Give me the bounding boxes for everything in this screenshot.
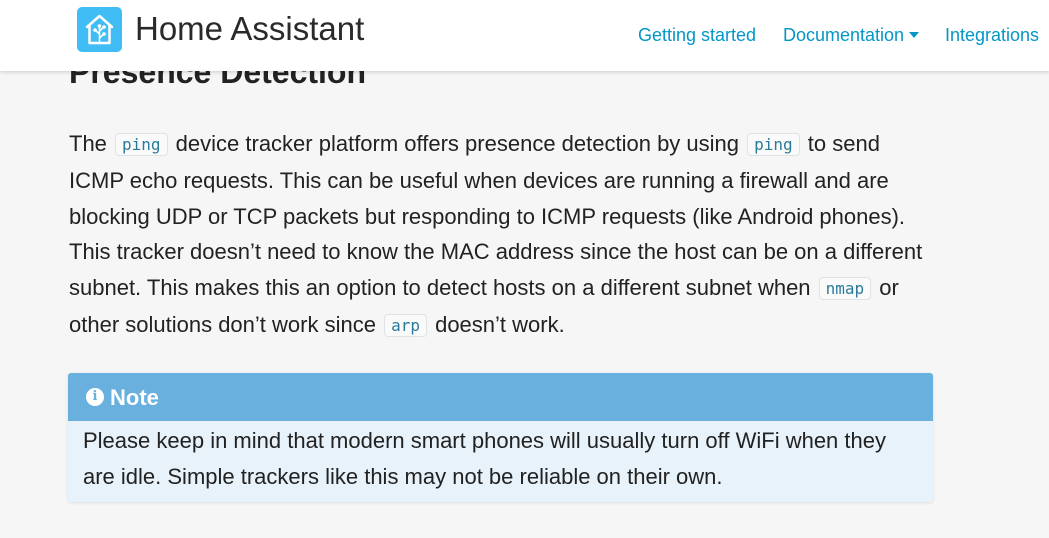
page-heading: Presence Detection [69,71,367,90]
note-body-text: Please keep in mind that modern smart ph… [83,428,886,489]
top-navigation-bar: Home Assistant Getting started Documenta… [0,0,1049,71]
info-circle-icon: i [86,388,104,406]
nav-link-label: Getting started [638,25,757,45]
heading-viewport: Presence Detection [0,71,1049,91]
site-title-link[interactable]: Home Assistant [135,10,364,48]
note-callout: i Note Please keep in mind that modern s… [68,373,933,502]
caret-down-icon [909,32,920,38]
paragraph-text: to send ICMP echo requests. This can be … [69,131,923,301]
paragraph-text: The [69,131,114,156]
inline-code-nmap: nmap [818,277,872,301]
info-glyph: i [92,389,98,404]
home-assistant-logo-icon[interactable] [77,7,122,52]
nav-link-label: Documentation [783,25,905,45]
note-title: Note [110,385,159,410]
paragraph-text: doesn’t work. [428,311,565,337]
note-header: i Note [68,373,933,421]
inline-code-ping: ping [115,133,168,156]
inline-code-ping: ping [747,133,800,156]
nav-link-integrations[interactable]: Integrations [945,24,1039,46]
inline-code-arp: arp [384,313,427,337]
nav-link-getting-started[interactable]: Getting started [638,24,756,46]
paragraph-text: device tracker platform offers presence … [169,131,746,156]
nav-link-documentation[interactable]: Documentation [783,24,920,46]
nav-link-label: Integrations [945,25,1040,45]
intro-paragraph: The ping device tracker platform offers … [69,126,939,344]
